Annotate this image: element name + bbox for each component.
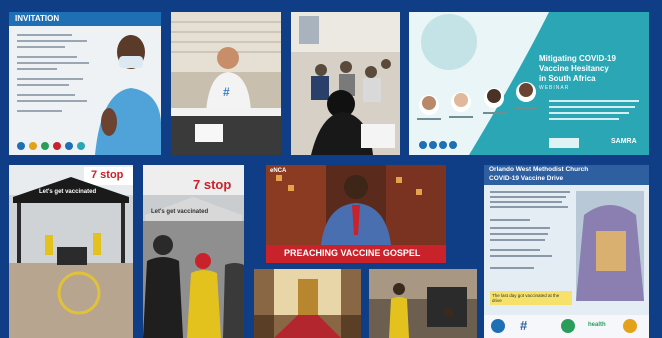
church-poster-tile: Orlando West Methodist Church COVID-19 V…	[484, 165, 649, 338]
webinar-title-line2: Vaccine Hesitancy	[539, 64, 609, 73]
webinar-title-line1: Mitigating COVID-19	[539, 54, 616, 63]
table-photo-graphic: #	[171, 12, 281, 155]
church-bottom-text: The last day got vaccinated at the drive	[492, 293, 560, 303]
invitation-tile: INVITATION	[9, 12, 161, 155]
store-sign-right: 7 stop	[193, 177, 232, 192]
church-title-line2: COVID-19 Vaccine Drive	[489, 175, 564, 182]
church-health-logo: health	[588, 322, 606, 328]
invitation-heading: INVITATION	[15, 14, 60, 23]
webinar-banner-tile: Mitigating COVID-19 Vaccine Hesitancy in…	[409, 12, 649, 155]
shirt-hashtag: #	[223, 85, 230, 99]
church-interior-tile	[254, 269, 361, 338]
news-lower-third: PREACHING VACCINE GOSPEL	[284, 248, 421, 258]
tent-banner-left: Let's get vaccinated	[39, 189, 97, 195]
vaccination-room-graphic	[291, 12, 400, 155]
church-hashtag: #	[520, 318, 528, 333]
webinar-banner-graphic	[409, 12, 649, 155]
store-sign-left: 7 stop	[91, 169, 124, 181]
webinar-logo-right: SAMRA	[611, 138, 637, 145]
webinar-subtitle: WEBINAR	[539, 85, 570, 91]
church-poster-graphic	[484, 165, 649, 338]
vaccination-room-tile	[291, 12, 400, 155]
tent-right-tile: 7 stop Let's get vaccinated	[143, 165, 244, 338]
table-photo-tile: #	[171, 12, 281, 155]
church-interior-graphic	[254, 269, 361, 338]
news-broadcast-tile: PREACHING VACCINE GOSPEL eNCA	[266, 165, 446, 263]
invitation-graphic	[9, 12, 161, 155]
news-channel-bug: eNCA	[270, 168, 287, 174]
church-event-graphic	[369, 269, 477, 338]
church-title-line1: Orlando West Methodist Church	[489, 166, 589, 173]
church-event-tile	[369, 269, 477, 338]
tent-left-tile: 7 stop Let's get vaccinated	[9, 165, 133, 338]
webinar-title-line3: in South Africa	[539, 74, 596, 83]
tent-banner-right: Let's get vaccinated	[151, 209, 209, 215]
